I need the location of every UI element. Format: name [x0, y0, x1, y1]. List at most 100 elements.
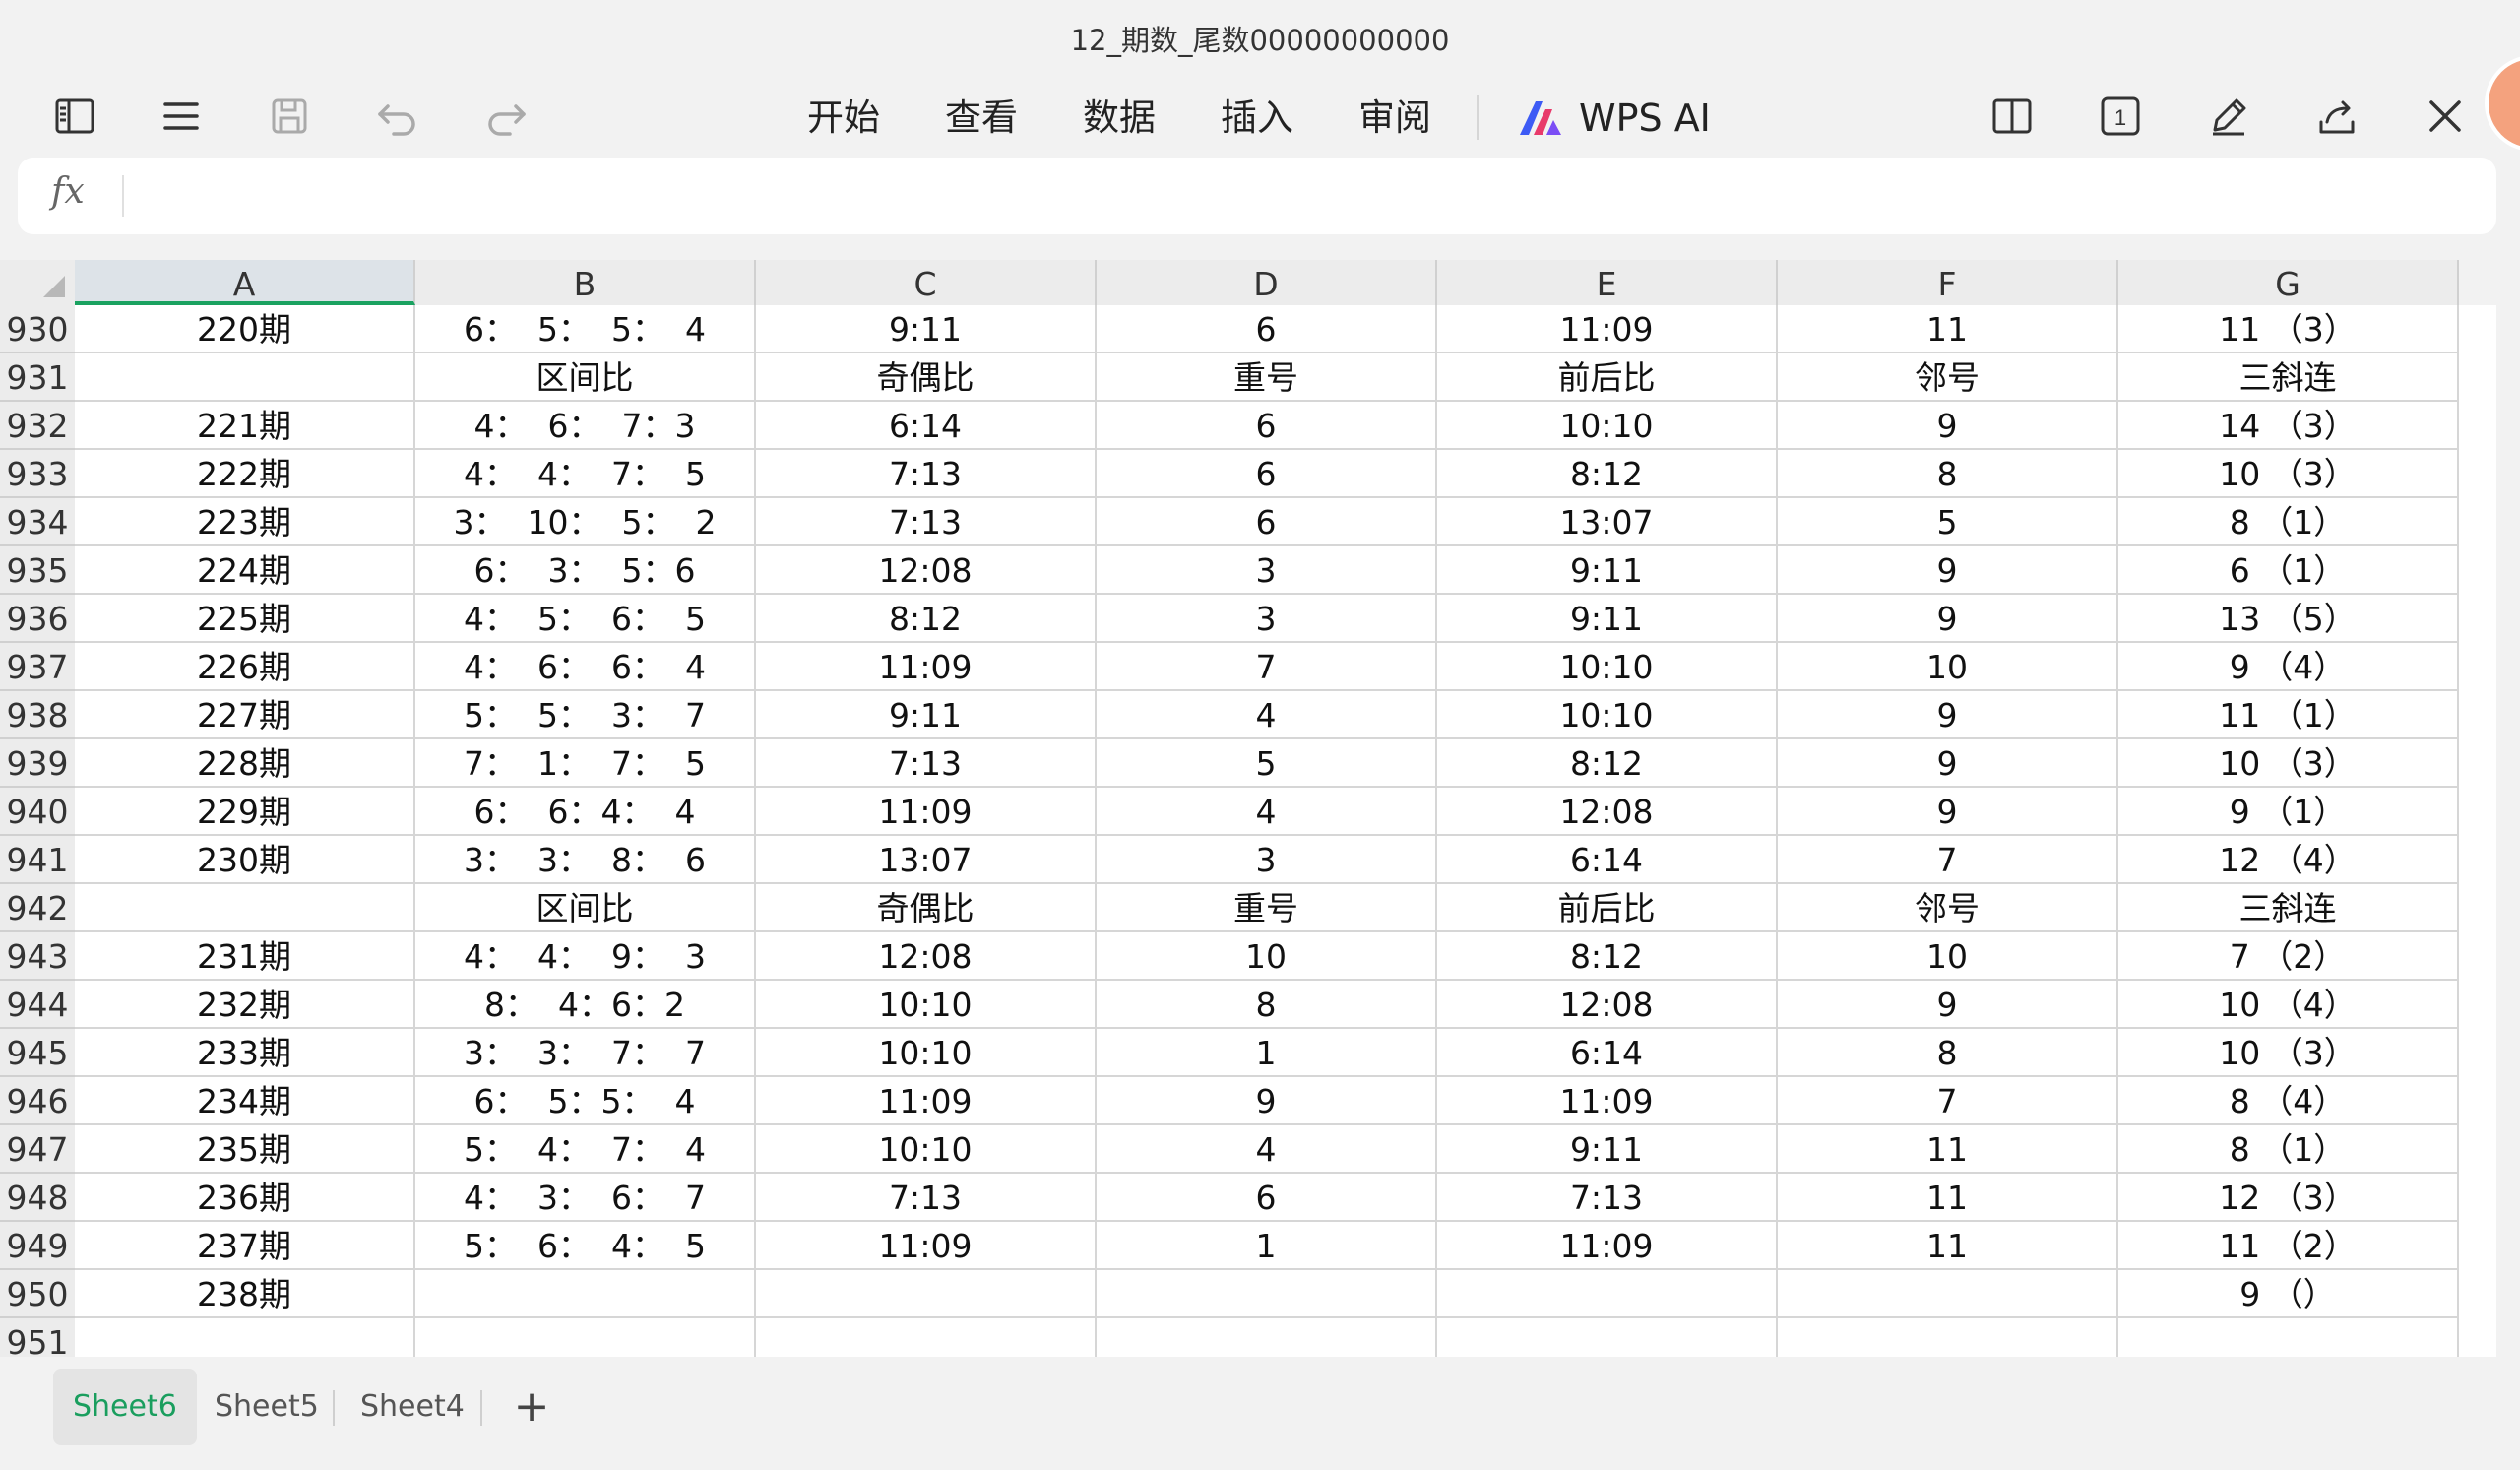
cell-e936[interactable]: 9:11	[1437, 595, 1778, 643]
cell-e931[interactable]: 前后比	[1437, 353, 1778, 402]
cell-f932[interactable]: 9	[1778, 402, 2118, 450]
cell-b936[interactable]: 4： 5： 6： 5	[415, 595, 756, 643]
cell-b934[interactable]: 3： 10： 5： 2	[415, 498, 756, 546]
cell-f942[interactable]: 邻号	[1778, 884, 2118, 932]
cell-a933[interactable]: 222期	[75, 450, 415, 498]
cell-f941[interactable]: 7	[1778, 836, 2118, 884]
cell-e942[interactable]: 前后比	[1437, 884, 1778, 932]
cell-g948[interactable]: 12 （3）	[2118, 1174, 2459, 1222]
cell-e945[interactable]: 6:14	[1437, 1029, 1778, 1077]
row-header[interactable]: 942	[0, 884, 75, 932]
cell-a945[interactable]: 233期	[75, 1029, 415, 1077]
cell-d949[interactable]: 1	[1097, 1222, 1437, 1270]
cell-a948[interactable]: 236期	[75, 1174, 415, 1222]
cell-b939[interactable]: 7： 1： 7： 5	[415, 739, 756, 788]
cell-a944[interactable]: 232期	[75, 981, 415, 1029]
cell-d932[interactable]: 6	[1097, 402, 1437, 450]
row-header[interactable]: 935	[0, 546, 75, 595]
cell-g942[interactable]: 三斜连	[2118, 884, 2459, 932]
cell-a940[interactable]: 229期	[75, 788, 415, 836]
cell-f939[interactable]: 9	[1778, 739, 2118, 788]
cell-c946[interactable]: 11:09	[756, 1077, 1097, 1125]
cell-e949[interactable]: 11:09	[1437, 1222, 1778, 1270]
cell-e933[interactable]: 8:12	[1437, 450, 1778, 498]
cell-a950[interactable]: 238期	[75, 1270, 415, 1318]
share-icon[interactable]	[2301, 81, 2372, 152]
cell-f933[interactable]: 8	[1778, 450, 2118, 498]
cell-d934[interactable]: 6	[1097, 498, 1437, 546]
cell-a930[interactable]: 220期	[75, 305, 415, 353]
column-header-d[interactable]: D	[1097, 260, 1437, 305]
cell-a941[interactable]: 230期	[75, 836, 415, 884]
cell-c934[interactable]: 7:13	[756, 498, 1097, 546]
cell-c936[interactable]: 8:12	[756, 595, 1097, 643]
cell-c947[interactable]: 10:10	[756, 1125, 1097, 1174]
cell-b931[interactable]: 区间比	[415, 353, 756, 402]
cell-e932[interactable]: 10:10	[1437, 402, 1778, 450]
row-header[interactable]: 945	[0, 1029, 75, 1077]
menu-review[interactable]: 审阅	[1358, 89, 1431, 148]
cell-g931[interactable]: 三斜连	[2118, 353, 2459, 402]
cell-g936[interactable]: 13 （5）	[2118, 595, 2459, 643]
row-header[interactable]: 931	[0, 353, 75, 402]
cell-g947[interactable]: 8 （1）	[2118, 1125, 2459, 1174]
page-count-icon[interactable]: 1	[2085, 81, 2156, 152]
row-header[interactable]: 950	[0, 1270, 75, 1318]
cell-b948[interactable]: 4： 3： 6： 7	[415, 1174, 756, 1222]
cell-f944[interactable]: 9	[1778, 981, 2118, 1029]
column-header-f[interactable]: F	[1778, 260, 2118, 305]
cell-b937[interactable]: 4： 6： 6： 4	[415, 643, 756, 691]
row-header[interactable]: 946	[0, 1077, 75, 1125]
sheet-tab-sheet5[interactable]: Sheet5	[195, 1369, 339, 1445]
cell-d942[interactable]: 重号	[1097, 884, 1437, 932]
cell-b941[interactable]: 3： 3： 8： 6	[415, 836, 756, 884]
cell-c943[interactable]: 12:08	[756, 932, 1097, 981]
cell-b933[interactable]: 4： 4： 7： 5	[415, 450, 756, 498]
cell-g944[interactable]: 10 （4）	[2118, 981, 2459, 1029]
cell-d945[interactable]: 1	[1097, 1029, 1437, 1077]
cell-c941[interactable]: 13:07	[756, 836, 1097, 884]
cell-g943[interactable]: 7 （2）	[2118, 932, 2459, 981]
column-header-c[interactable]: C	[756, 260, 1097, 305]
edit-pen-icon[interactable]	[2193, 81, 2264, 152]
cell-e944[interactable]: 12:08	[1437, 981, 1778, 1029]
cell-c940[interactable]: 11:09	[756, 788, 1097, 836]
cell-b945[interactable]: 3： 3： 7： 7	[415, 1029, 756, 1077]
cell-b944[interactable]: 8： 4：6：2	[415, 981, 756, 1029]
cell-b946[interactable]: 6： 5：5： 4	[415, 1077, 756, 1125]
cell-f946[interactable]: 7	[1778, 1077, 2118, 1125]
wps-ai-button[interactable]: WPS AI	[1516, 87, 1711, 150]
cell-e939[interactable]: 8:12	[1437, 739, 1778, 788]
row-header[interactable]: 948	[0, 1174, 75, 1222]
cell-e947[interactable]: 9:11	[1437, 1125, 1778, 1174]
formula-bar[interactable]: fx	[18, 158, 2496, 234]
save-icon[interactable]	[254, 81, 325, 152]
menu-view[interactable]: 查看	[945, 89, 1018, 148]
cell-g932[interactable]: 14 （3）	[2118, 402, 2459, 450]
cell-b932[interactable]: 4： 6： 7：3	[415, 402, 756, 450]
cell-a936[interactable]: 225期	[75, 595, 415, 643]
cell-g949[interactable]: 11 （2）	[2118, 1222, 2459, 1270]
menu-icon[interactable]	[146, 81, 217, 152]
cell-c930[interactable]: 9:11	[756, 305, 1097, 353]
cell-f936[interactable]: 9	[1778, 595, 2118, 643]
cell-a939[interactable]: 228期	[75, 739, 415, 788]
cell-d939[interactable]: 5	[1097, 739, 1437, 788]
cell-e940[interactable]: 12:08	[1437, 788, 1778, 836]
cell-a935[interactable]: 224期	[75, 546, 415, 595]
row-header[interactable]: 939	[0, 739, 75, 788]
cell-g950[interactable]: 9 （）	[2118, 1270, 2459, 1318]
cell-d936[interactable]: 3	[1097, 595, 1437, 643]
cell-g945[interactable]: 10 （3）	[2118, 1029, 2459, 1077]
cell-b950[interactable]	[415, 1270, 756, 1318]
cell-e938[interactable]: 10:10	[1437, 691, 1778, 739]
cell-f950[interactable]	[1778, 1270, 2118, 1318]
cell-e934[interactable]: 13:07	[1437, 498, 1778, 546]
cell-a938[interactable]: 227期	[75, 691, 415, 739]
row-header[interactable]: 949	[0, 1222, 75, 1270]
cell-g941[interactable]: 12 （4）	[2118, 836, 2459, 884]
cell-c932[interactable]: 6:14	[756, 402, 1097, 450]
cell-c944[interactable]: 10:10	[756, 981, 1097, 1029]
cell-d947[interactable]: 4	[1097, 1125, 1437, 1174]
row-header[interactable]: 941	[0, 836, 75, 884]
